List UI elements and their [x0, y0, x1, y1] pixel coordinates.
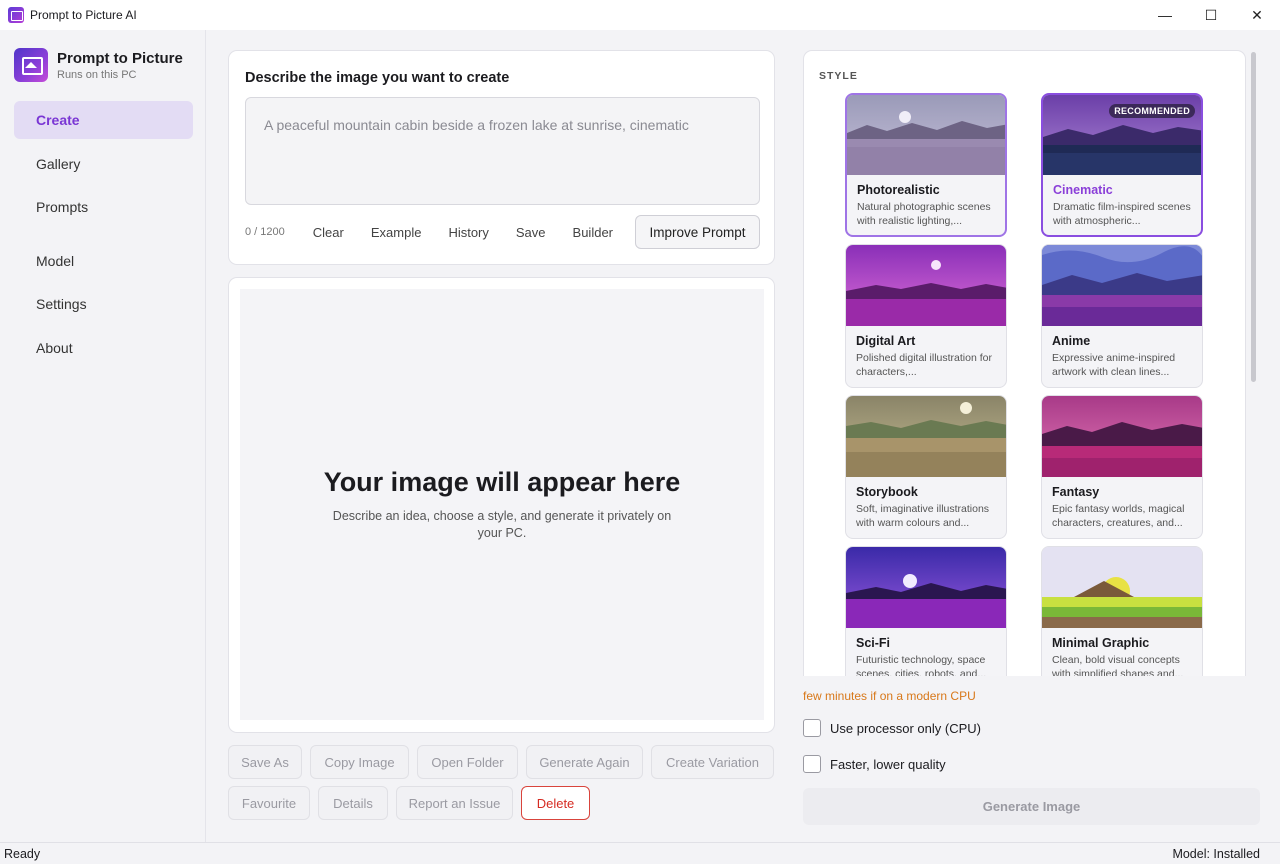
prompt-card: Describe the image you want to create A … — [228, 50, 775, 265]
maximize-icon[interactable]: ☐ — [1188, 0, 1234, 30]
performance-warning: few minutes if on a modern CPU — [803, 689, 976, 703]
close-icon[interactable]: ✕ — [1234, 0, 1280, 30]
style-name: Minimal Graphic — [1052, 636, 1150, 650]
style-card-cinematic[interactable]: RECOMMENDED Cinematic Dramatic film-insp… — [1041, 93, 1203, 237]
style-description: Expressive anime-inspired artwork with c… — [1052, 352, 1176, 378]
sidebar-item-create[interactable]: Create — [14, 101, 193, 139]
example-button[interactable]: Example — [371, 225, 422, 240]
history-button[interactable]: History — [448, 225, 488, 240]
style-description: Natural photographic scenes with realist… — [857, 201, 991, 227]
style-card-minimal-graphic[interactable]: Minimal Graphic Clean, bold visual conce… — [1041, 546, 1203, 676]
sidebar-item-prompts[interactable]: Prompts — [14, 188, 193, 226]
image-preview-area: Your image will appear here Describe an … — [240, 289, 764, 720]
cinematic-thumbnail: RECOMMENDED — [1043, 95, 1201, 175]
window-controls: — ☐ ✕ — [1142, 0, 1280, 30]
style-description: Dramatic film-inspired scenes with atmos… — [1053, 201, 1191, 227]
cpu-only-checkbox[interactable] — [803, 719, 821, 737]
image-actions: Save As Copy Image Open Folder Generate … — [228, 745, 788, 827]
faster-option[interactable]: Faster, lower quality — [803, 755, 946, 773]
prompt-footer: 0 / 1200 Clear Example History Save Buil… — [245, 215, 760, 249]
style-name: Anime — [1052, 334, 1091, 348]
style-card-sci-fi[interactable]: Sci-Fi Futuristic technology, space scen… — [845, 546, 1007, 676]
clear-button[interactable]: Clear — [313, 225, 344, 240]
copy-image-button[interactable]: Copy Image — [310, 745, 409, 779]
sidebar: Prompt to Picture Runs on this PC Create… — [0, 30, 206, 842]
style-name: Digital Art — [856, 334, 916, 348]
faster-label: Faster, lower quality — [830, 756, 946, 772]
style-description: Clean, bold visual concepts with simplif… — [1052, 654, 1184, 676]
recommended-badge: RECOMMENDED — [1109, 104, 1195, 118]
status-text: Ready — [4, 847, 41, 861]
style-description: Soft, imaginative illustrations with war… — [856, 503, 990, 529]
style-name: Storybook — [856, 485, 918, 499]
minimize-icon[interactable]: — — [1142, 0, 1188, 30]
style-name: Fantasy — [1052, 485, 1100, 499]
preview-subtitle: Describe an idea, choose a style, and ge… — [332, 509, 672, 540]
picture-logo-icon — [14, 48, 48, 82]
brand-subtitle: Runs on this PC — [57, 68, 137, 81]
cpu-only-option[interactable]: Use processor only (CPU) — [803, 719, 981, 737]
style-name: Photorealistic — [857, 183, 940, 197]
style-panel: STYLE Photorealistic Natural photographi… — [803, 50, 1246, 676]
improve-prompt-button[interactable]: Improve Prompt — [635, 215, 760, 249]
sidebar-item-about[interactable]: About — [14, 329, 193, 367]
style-description: Futuristic technology, space scenes, cit… — [856, 654, 987, 676]
open-folder-button[interactable]: Open Folder — [417, 745, 518, 779]
sidebar-nav: Create Gallery Prompts Model Settings Ab… — [14, 101, 193, 372]
delete-button[interactable]: Delete — [521, 786, 590, 820]
generate-again-button[interactable]: Generate Again — [526, 745, 643, 779]
report-issue-button[interactable]: Report an Issue — [396, 786, 513, 820]
preview-title: Your image will appear here — [323, 467, 681, 497]
create-variation-button[interactable]: Create Variation — [651, 745, 774, 779]
anime-thumbnail — [1042, 245, 1202, 326]
builder-button[interactable]: Builder — [573, 225, 613, 240]
style-card-fantasy[interactable]: Fantasy Epic fantasy worlds, magical cha… — [1041, 395, 1203, 539]
sidebar-item-gallery[interactable]: Gallery — [14, 145, 193, 183]
style-description: Epic fantasy worlds, magical characters,… — [1052, 503, 1185, 529]
style-card-storybook[interactable]: Storybook Soft, imaginative illustration… — [845, 395, 1007, 539]
status-bar: Ready Model: Installed — [0, 842, 1280, 864]
sidebar-item-model[interactable]: Model — [14, 242, 193, 280]
generate-image-button[interactable]: Generate Image — [803, 788, 1260, 825]
favourite-button[interactable]: Favourite — [228, 786, 310, 820]
prompt-heading: Describe the image you want to create — [245, 70, 510, 86]
app-icon — [8, 7, 24, 23]
save-as-button[interactable]: Save As — [228, 745, 302, 779]
style-heading: STYLE — [819, 70, 858, 82]
window-title: Prompt to Picture AI — [30, 8, 137, 22]
preview-card: Your image will appear here Describe an … — [228, 277, 775, 733]
minimal-graphic-thumbnail — [1042, 547, 1202, 628]
sci-fi-thumbnail — [846, 547, 1006, 628]
prompt-input[interactable]: A peaceful mountain cabin beside a froze… — [245, 97, 760, 205]
digital-art-thumbnail — [846, 245, 1006, 326]
style-name: Cinematic — [1053, 183, 1113, 197]
faster-checkbox[interactable] — [803, 755, 821, 773]
style-card-digital-art[interactable]: Digital Art Polished digital illustratio… — [845, 244, 1007, 388]
save-prompt-button[interactable]: Save — [516, 225, 546, 240]
style-card-anime[interactable]: Anime Expressive anime-inspired artwork … — [1041, 244, 1203, 388]
brand: Prompt to Picture Runs on this PC — [14, 48, 183, 82]
storybook-thumbnail — [846, 396, 1006, 477]
details-button[interactable]: Details — [318, 786, 388, 820]
style-scrollbar[interactable] — [1251, 52, 1256, 382]
photorealistic-thumbnail — [847, 95, 1005, 175]
fantasy-thumbnail — [1042, 396, 1202, 477]
style-description: Polished digital illustration for charac… — [856, 352, 992, 378]
sidebar-item-settings[interactable]: Settings — [14, 285, 193, 323]
char-count: 0 / 1200 — [245, 226, 285, 238]
brand-name: Prompt to Picture — [57, 49, 183, 67]
model-status: Model: Installed — [1172, 847, 1260, 861]
style-card-photorealistic[interactable]: Photorealistic Natural photographic scen… — [845, 93, 1007, 237]
cpu-only-label: Use processor only (CPU) — [830, 720, 981, 736]
title-bar: Prompt to Picture AI — ☐ ✕ — [0, 0, 1280, 30]
style-name: Sci-Fi — [856, 636, 891, 650]
